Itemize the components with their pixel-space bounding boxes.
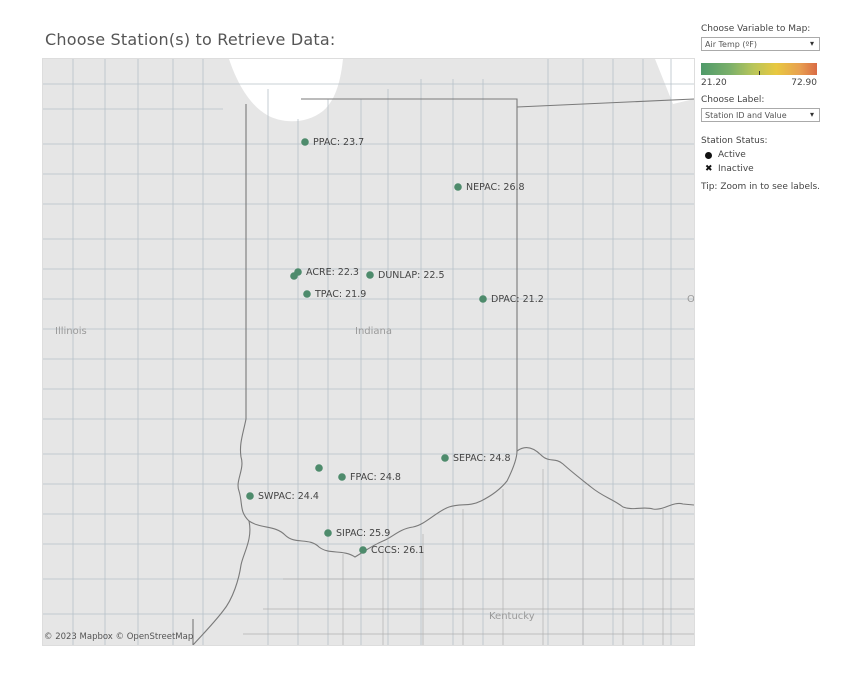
station-label: PPAC: 23.7: [313, 137, 364, 148]
ohio-label: O: [687, 294, 694, 305]
inactive-x-icon: ✖: [705, 163, 713, 174]
station-label: SWPAC: 24.4: [258, 491, 319, 502]
station-sepac[interactable]: SEPAC: 24.8: [441, 453, 511, 464]
color-ramp-legend: [701, 63, 817, 75]
indiana-label: Indiana: [355, 326, 392, 337]
kentucky-label: Kentucky: [489, 611, 535, 622]
chevron-down-icon: ▾: [809, 110, 814, 119]
map-attribution[interactable]: © 2023 Mapbox © OpenStreetMap: [44, 632, 193, 642]
ramp-midpoint-tick: [759, 71, 760, 75]
label-select-value: Station ID and Value: [705, 111, 787, 120]
station-marker[interactable]: [366, 271, 374, 279]
station-label: TPAC: 21.9: [314, 289, 366, 300]
station-marker[interactable]: [454, 183, 462, 191]
station-marker[interactable]: [479, 295, 487, 303]
station-swpac[interactable]: SWPAC: 24.4: [246, 491, 319, 502]
station-map[interactable]: Illinois Indiana Kentucky O PPAC: 23.7 N…: [42, 58, 695, 646]
variable-select-label: Choose Variable to Map:: [701, 24, 811, 34]
station-dunlap[interactable]: DUNLAP: 22.5: [366, 270, 445, 281]
map-canvas[interactable]: Illinois Indiana Kentucky O PPAC: 23.7 N…: [43, 59, 694, 645]
station-marker[interactable]: [441, 454, 449, 462]
page-title: Choose Station(s) to Retrieve Data:: [45, 30, 336, 49]
label-select-label: Choose Label:: [701, 95, 765, 105]
label-select[interactable]: Station ID and Value ▾: [701, 108, 820, 122]
station-label: SEPAC: 24.8: [453, 453, 511, 464]
station-label: DPAC: 21.2: [491, 294, 544, 305]
station-dpac[interactable]: DPAC: 21.2: [479, 294, 544, 305]
station-marker[interactable]: [324, 529, 332, 537]
color-ramp-labels: 21.20 72.90: [701, 78, 817, 88]
variable-select[interactable]: Air Temp (ºF) ▾: [701, 37, 820, 51]
station-label: CCCS: 26.1: [371, 545, 424, 556]
station-marker[interactable]: [359, 546, 367, 554]
station-cccs[interactable]: CCCS: 26.1: [359, 545, 424, 556]
control-panel: Choose Variable to Map: Air Temp (ºF) ▾ …: [701, 24, 826, 192]
status-active-label: Active: [718, 150, 746, 160]
station-marker[interactable]: [246, 492, 254, 500]
station-marker[interactable]: [338, 473, 346, 481]
station-label: NEPAC: 26.8: [466, 182, 525, 193]
chevron-down-icon: ▾: [809, 39, 814, 48]
ramp-max-label: 72.90: [791, 78, 817, 88]
station-ppac[interactable]: PPAC: 23.7: [301, 137, 364, 148]
station-tpac[interactable]: TPAC: 21.9: [303, 289, 366, 300]
active-dot-icon: [705, 151, 712, 159]
status-active-item[interactable]: Active: [701, 150, 826, 160]
illinois-label: Illinois: [55, 326, 87, 337]
status-inactive-label: Inactive: [718, 164, 754, 174]
variable-select-value: Air Temp (ºF): [705, 40, 758, 49]
status-inactive-item[interactable]: ✖ Inactive: [701, 164, 826, 174]
ramp-min-label: 21.20: [701, 78, 727, 88]
station-label: FPAC: 24.8: [350, 472, 401, 483]
station-label: SIPAC: 25.9: [336, 528, 390, 539]
county-lines: [43, 59, 694, 645]
station-label: DUNLAP: 22.5: [378, 270, 445, 281]
station-marker-unlabeled[interactable]: [315, 464, 323, 472]
station-marker-secondary[interactable]: [290, 272, 298, 280]
station-marker[interactable]: [303, 290, 311, 298]
lake-erie-edge: [655, 59, 694, 104]
station-sipac[interactable]: SIPAC: 25.9: [324, 528, 390, 539]
station-marker[interactable]: [301, 138, 309, 146]
station-status-title: Station Status:: [701, 136, 768, 146]
station-label: ACRE: 22.3: [306, 267, 359, 278]
station-nepac[interactable]: NEPAC: 26.8: [454, 182, 525, 193]
zoom-tip: Tip: Zoom in to see labels.: [701, 182, 821, 192]
